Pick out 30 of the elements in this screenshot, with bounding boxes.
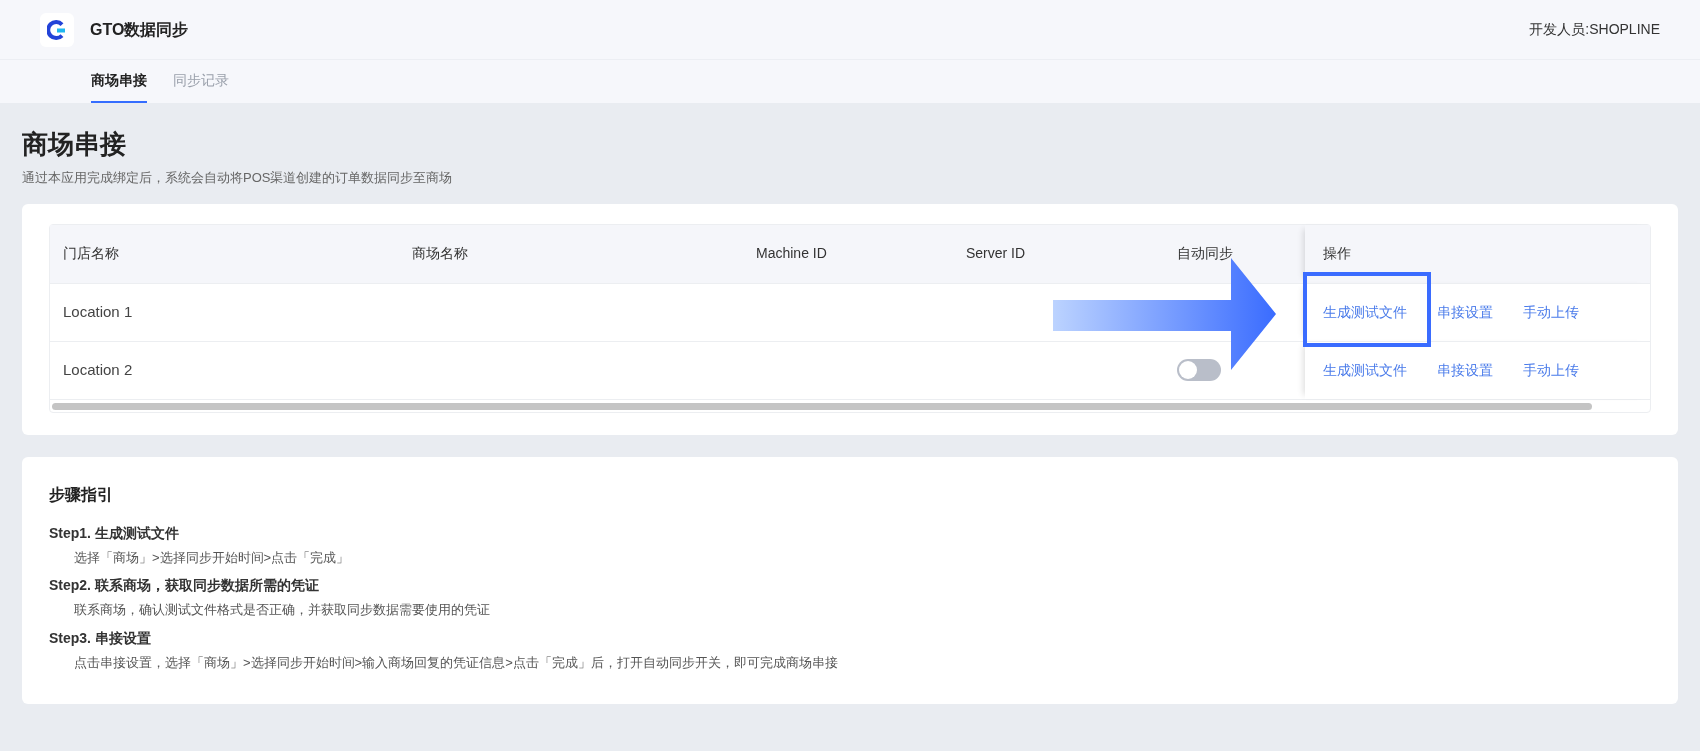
action-link[interactable]: 串接设置 xyxy=(1437,303,1493,320)
step-text: 联系商场，确认测试文件格式是否正确，并获取同步数据需要使用的凭证 xyxy=(73,601,491,619)
action-link[interactable]: 串接设置 xyxy=(1437,361,1493,378)
step-text: 选择「商场」>选择同步开始时间>点击「完成」 xyxy=(73,548,351,567)
app-title: GTO数据同步 xyxy=(90,19,189,40)
scrollbar[interactable] xyxy=(52,402,1592,410)
developer-label: 开发人员:SHOPLINE xyxy=(1529,20,1660,39)
guide-title: 步骤指引 xyxy=(49,484,114,505)
column-header: 自动同步 xyxy=(1177,244,1233,263)
page-subtitle: 通过本应用完成绑定后，系统会自动将POS渠道创建的订单数据同步至商场 xyxy=(22,169,454,187)
column-header: Machine ID xyxy=(756,244,827,263)
step-title: Step3. 串接设置 xyxy=(49,628,152,648)
action-link[interactable]: 手动上传 xyxy=(1523,303,1579,320)
action-link[interactable]: 生成测试文件 xyxy=(1323,303,1407,320)
action-link[interactable]: 手动上传 xyxy=(1523,361,1579,378)
step-title: Step2. 联系商场，获取同步数据所需的凭证 xyxy=(49,576,320,595)
column-header: 操作 xyxy=(1323,244,1351,263)
logo-icon xyxy=(47,19,67,40)
step-text: 点击串接设置，选择「商场」>选择同步开始时间>输入商场回复的凭证信息>点击「完成」后，打开自动同步开关，即可完成商场串接 xyxy=(73,653,839,672)
column-header: 门店名称 xyxy=(63,244,119,263)
toggle-switch[interactable] xyxy=(1177,359,1221,381)
action-link[interactable]: 生成测试文件 xyxy=(1323,361,1407,378)
tab[interactable]: 同步记录 xyxy=(173,60,229,103)
column-header: 商场名称 xyxy=(412,244,468,263)
page-title: 商场串接 xyxy=(22,128,127,161)
table-cell-text: Location 2 xyxy=(63,359,133,380)
step-title: Step1. 生成测试文件 xyxy=(49,523,180,543)
column-header: Server ID xyxy=(966,244,1026,263)
tab[interactable]: 商场串接 xyxy=(91,60,147,103)
table-cell-text: Location 1 xyxy=(63,301,133,322)
